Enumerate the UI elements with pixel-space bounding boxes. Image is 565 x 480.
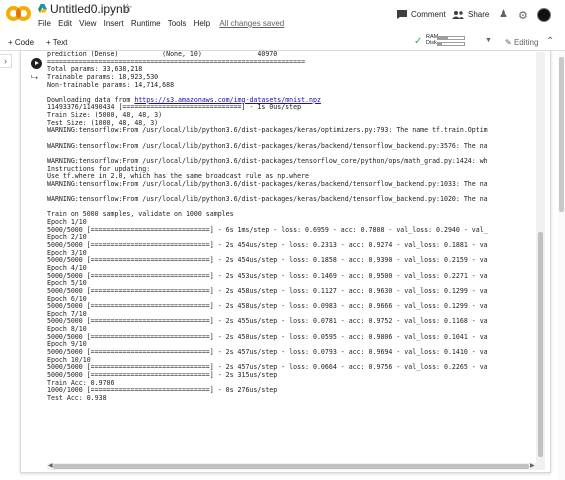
output-line: 1000/1000 [=============================… [47, 386, 278, 395]
menu-help[interactable]: Help [194, 19, 210, 28]
menu-edit[interactable]: Edit [58, 19, 72, 28]
share-people-icon [452, 10, 464, 19]
output-line: 5000/5000 [=============================… [47, 370, 278, 379]
menu-file[interactable]: File [38, 19, 51, 28]
page-scroll-thumb[interactable] [559, 57, 564, 212]
chevron-up-icon[interactable]: ⌃ [546, 36, 554, 47]
person-icon[interactable]: ♟ [499, 9, 508, 20]
output-line: 5000/5000 [=============================… [47, 347, 488, 356]
cell-output: prediction (Dense) (None, 10) 40970 ====… [47, 51, 536, 459]
editing-mode-button[interactable]: ✎ Editing [505, 38, 538, 47]
output-line: 5000/5000 [=============================… [47, 332, 488, 341]
notebook-title[interactable]: Untitled0.ipynb [50, 2, 129, 16]
output-line: Non-trainable params: 14,714,688 [47, 80, 175, 89]
output-line: 5000/5000 [=============================… [47, 286, 488, 295]
ram-usage-bar [437, 36, 465, 40]
editing-label: Editing [513, 38, 539, 47]
add-code-button[interactable]: + Code [8, 38, 34, 47]
output-line: 5000/5000 [=============================… [47, 271, 488, 280]
output-line: WARNING:tensorflow:From /usr/local/lib/p… [47, 195, 488, 204]
save-status[interactable]: All changes saved [219, 19, 284, 28]
output-actions-icon[interactable]: ⮡ [31, 72, 38, 83]
scroll-left-icon[interactable]: ◀ [48, 462, 53, 469]
colab-logo-icon[interactable] [6, 4, 32, 24]
output-line: WARNING:tensorflow:From /usr/local/lib/p… [47, 126, 488, 135]
ram-usage-fill [438, 37, 449, 39]
sidebar-toggle-icon[interactable]: › [0, 54, 12, 68]
drive-icon [38, 4, 47, 13]
output-line: 5000/5000 [=============================… [47, 256, 488, 265]
output-line: Test Acc: 0.938 [47, 393, 107, 402]
menu-bar: File Edit View Insert Runtime Tools Help… [38, 19, 289, 28]
star-icon[interactable]: ☆ [122, 1, 133, 15]
menu-runtime[interactable]: Runtime [131, 19, 161, 28]
menu-tools[interactable]: Tools [168, 19, 187, 28]
chevron-down-icon[interactable]: ▼ [485, 37, 492, 44]
comment-icon [397, 10, 407, 19]
output-horizontal-scrollbar[interactable]: ◀ ▶ [47, 463, 536, 470]
output-line: 5000/5000 [=============================… [47, 317, 488, 326]
toolbar: + Code + Text ✓ RAM Disk ▼ ✎ Editing ⌃ [0, 33, 565, 51]
share-label: Share [468, 10, 490, 19]
disk-usage-bar [437, 42, 465, 46]
output-line: WARNING:tensorflow:From /usr/local/lib/p… [47, 141, 488, 150]
disk-usage-fill [438, 43, 442, 45]
comment-button[interactable]: Comment [397, 10, 446, 19]
gear-icon[interactable]: ⚙ [518, 9, 528, 22]
output-vertical-scroll-thumb[interactable] [538, 232, 543, 457]
output-line: 5000/5000 [=============================… [47, 241, 488, 250]
output-line: Train on 5000 samples, validate on 1000 … [47, 210, 234, 219]
output-vertical-scrollbar[interactable] [536, 52, 545, 470]
share-button[interactable]: Share [452, 10, 489, 19]
output-line: WARNING:tensorflow:From /usr/local/lib/p… [47, 179, 488, 188]
add-text-button[interactable]: + Text [46, 38, 67, 47]
avatar[interactable] [537, 8, 551, 22]
run-cell-button[interactable] [31, 58, 42, 69]
comment-label: Comment [411, 10, 446, 19]
menu-insert[interactable]: Insert [104, 19, 124, 28]
output-line: 5000/5000 [=============================… [47, 225, 488, 234]
output-line: 5000/5000 [=============================… [47, 302, 488, 311]
check-icon: ✓ [414, 36, 423, 47]
app-header: Untitled0.ipynb ☆ File Edit View Insert … [0, 0, 565, 33]
page-scrollbar[interactable] [558, 51, 565, 480]
scroll-right-icon[interactable]: ▶ [530, 462, 535, 469]
menu-view[interactable]: View [79, 19, 96, 28]
output-horizontal-scroll-thumb[interactable] [53, 464, 529, 469]
